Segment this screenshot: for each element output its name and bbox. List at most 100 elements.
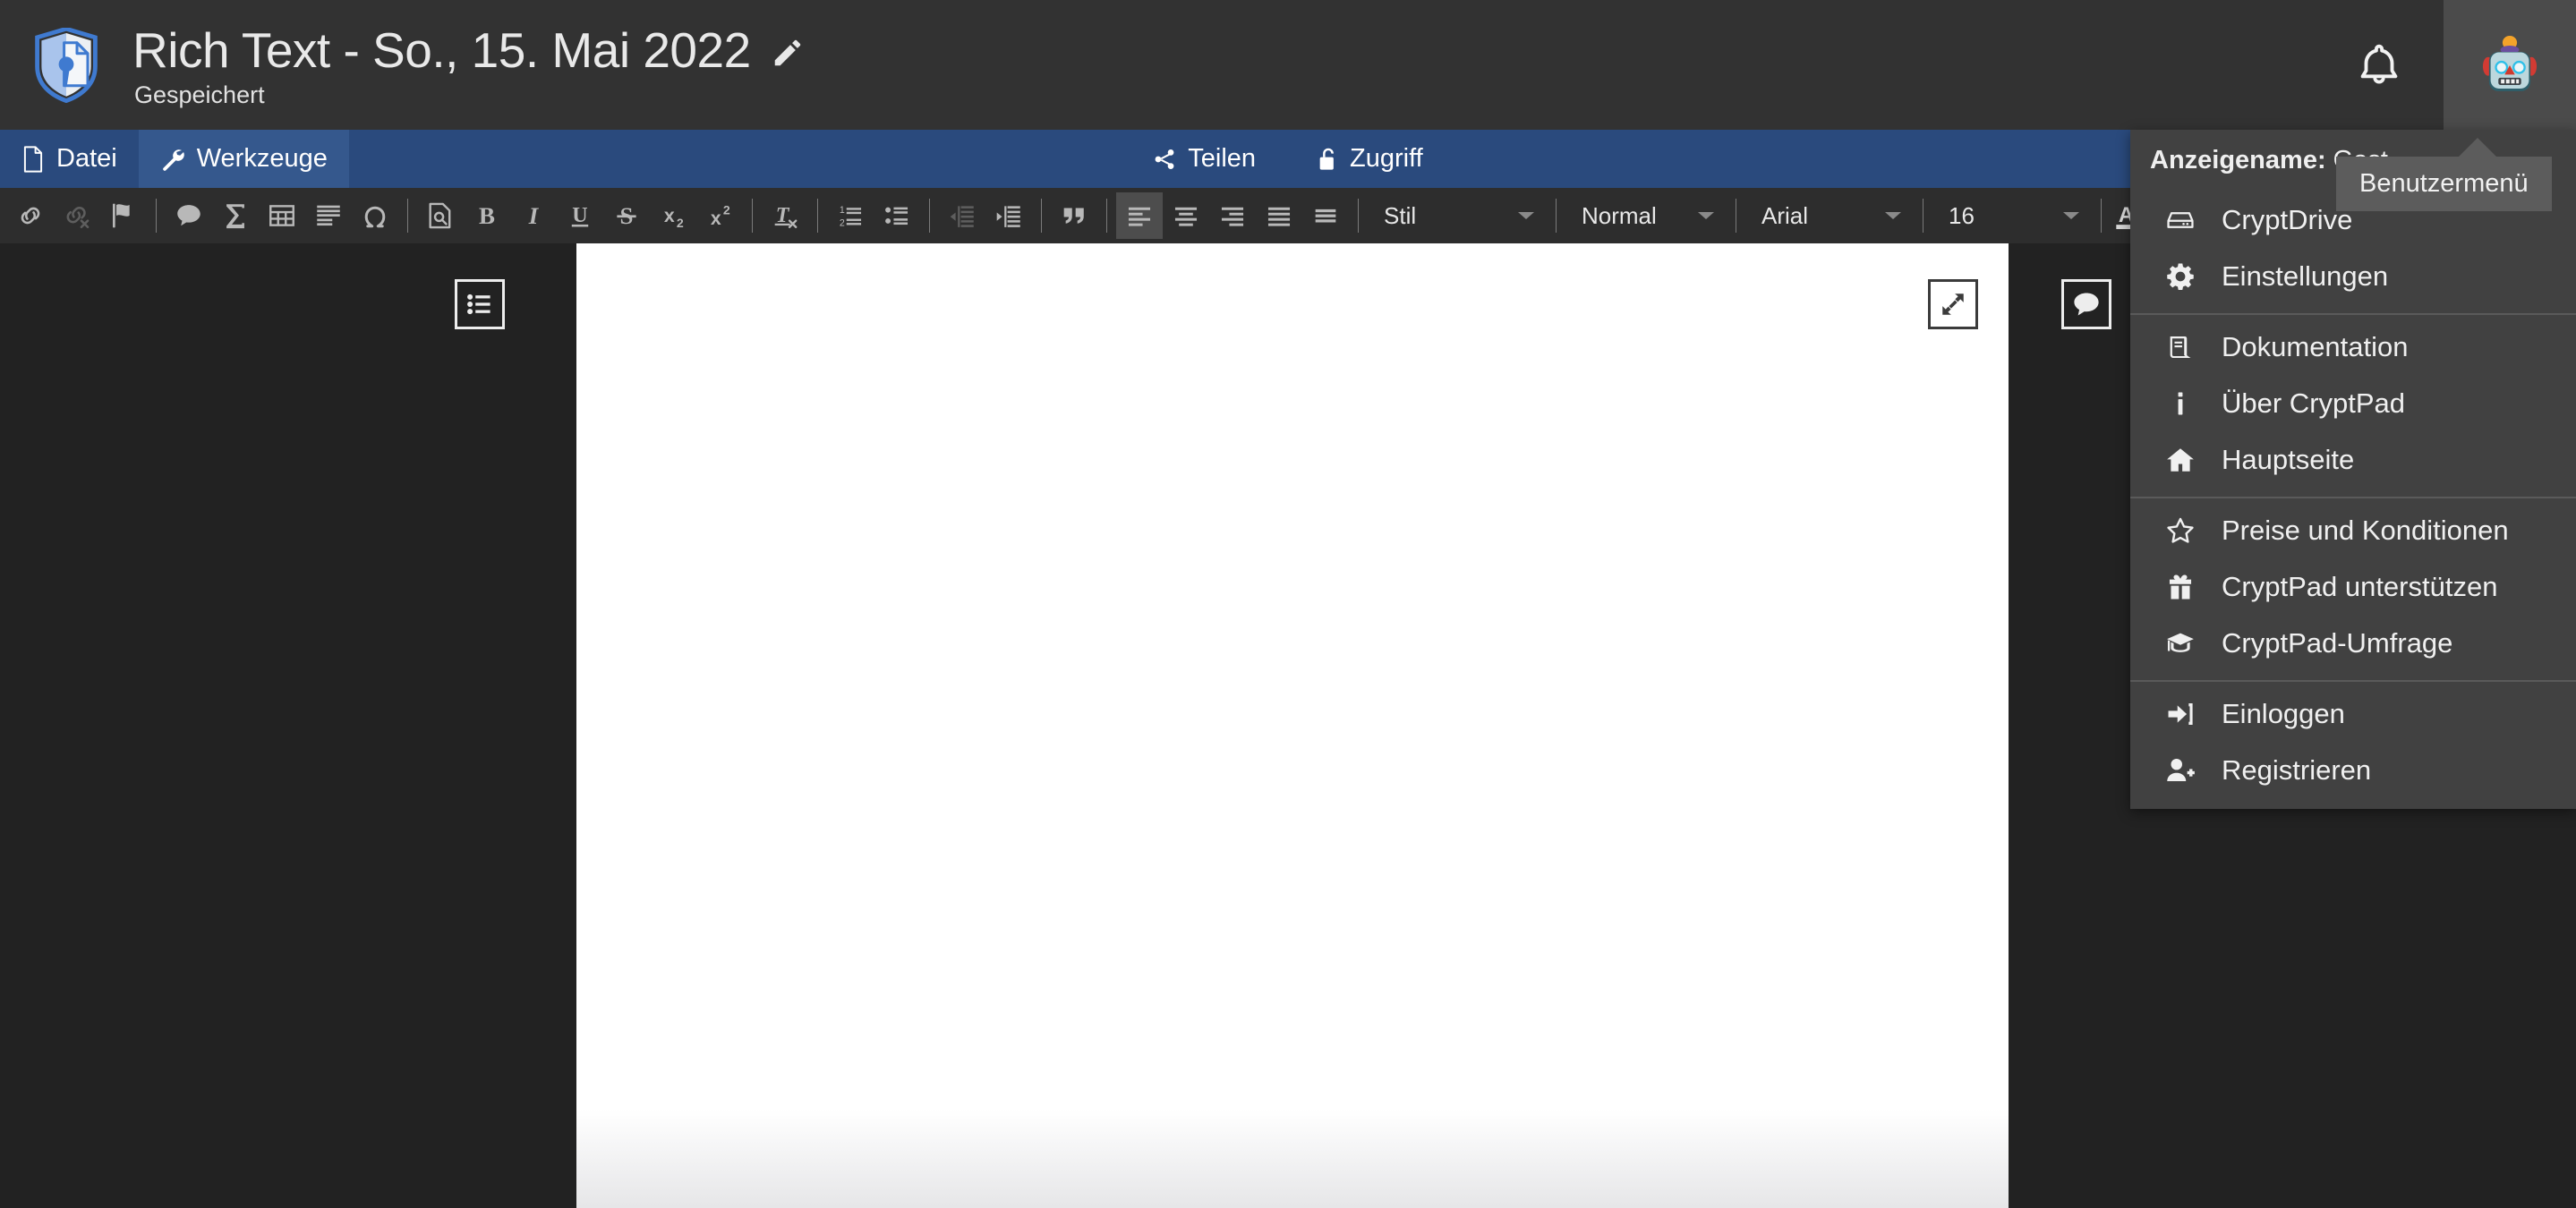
- align-justify-icon[interactable]: [1256, 192, 1302, 239]
- cryptpad-logo[interactable]: [0, 0, 132, 130]
- menu-datei[interactable]: Datei: [0, 130, 139, 188]
- link-icon[interactable]: [7, 192, 54, 239]
- menu-item-hauptseite[interactable]: Hauptseite: [2130, 431, 2576, 488]
- align-center-icon[interactable]: [1163, 192, 1209, 239]
- header-right-actions: [2314, 0, 2576, 130]
- user-avatar-button[interactable]: [2444, 0, 2576, 130]
- align-left-icon[interactable]: [1116, 192, 1163, 239]
- subscript-icon[interactable]: x 2: [650, 192, 696, 239]
- underline-icon[interactable]: U: [557, 192, 603, 239]
- user-menu-group-info: Dokumentation Über CryptPad Hauptseite: [2130, 315, 2576, 497]
- menu-item-label: Einloggen: [2222, 697, 2345, 729]
- blockquote-icon[interactable]: [1051, 192, 1097, 239]
- menu-datei-label: Datei: [56, 144, 117, 173]
- menu-item-registrieren[interactable]: Registrieren: [2130, 742, 2576, 798]
- star-icon: [2159, 515, 2202, 546]
- bullet-list-icon[interactable]: [874, 192, 920, 239]
- cryptpad-shield-logo: [35, 27, 98, 103]
- style-select-value: Stil: [1384, 201, 1417, 229]
- menu-item-cryptpad-unterstuetzen[interactable]: CryptPad unterstützen: [2130, 558, 2576, 615]
- user-menu-group-auth: Einloggen Registrieren: [2130, 682, 2576, 807]
- menu-item-label: Preise und Konditionen: [2222, 514, 2509, 546]
- toolbar-separator: [752, 199, 753, 233]
- font-size-select[interactable]: 16: [1932, 192, 2092, 239]
- comment-icon[interactable]: [166, 192, 212, 239]
- strikethrough-icon[interactable]: S: [603, 192, 650, 239]
- svg-text:1: 1: [840, 205, 845, 216]
- chevron-down-icon: [1885, 212, 1901, 219]
- comments-toggle-button[interactable]: [2061, 279, 2111, 329]
- italic-icon[interactable]: I: [510, 192, 557, 239]
- bold-icon[interactable]: B: [464, 192, 510, 239]
- document-title-block: Rich Text - So., 15. Mai 2022 Gespeicher…: [132, 21, 805, 108]
- indent-icon[interactable]: [985, 192, 1032, 239]
- menu-item-label: Registrieren: [2222, 753, 2372, 786]
- hard-drive-icon: [2159, 205, 2202, 235]
- save-status: Gespeichert: [134, 81, 265, 108]
- file-icon: [23, 145, 43, 173]
- comment-bubble-icon: [2074, 293, 2099, 316]
- svg-text:2: 2: [840, 217, 845, 228]
- style-select[interactable]: Stil: [1368, 192, 1547, 239]
- menu-item-ueber-cryptpad[interactable]: Über CryptPad: [2130, 375, 2576, 431]
- menu-werkzeuge-label: Werkzeuge: [196, 144, 328, 173]
- chevron-down-icon: [1698, 212, 1714, 219]
- user-menu-tooltip: Benutzermenü: [2336, 138, 2552, 211]
- toolbar-separator: [156, 199, 157, 233]
- page-title: Rich Text - So., 15. Mai 2022: [132, 22, 751, 79]
- menu-werkzeuge[interactable]: Werkzeuge: [138, 130, 349, 188]
- user-plus-icon: [2159, 755, 2202, 786]
- menu-item-label: Einstellungen: [2222, 259, 2389, 292]
- toolbar-separator: [1556, 199, 1557, 233]
- font-family-select[interactable]: Arial: [1745, 192, 1914, 239]
- menu-item-dokumentation[interactable]: Dokumentation: [2130, 319, 2576, 375]
- menu-item-label: Über CryptPad: [2222, 387, 2406, 419]
- menu-item-einloggen[interactable]: Einloggen: [2130, 685, 2576, 742]
- paragraph-format-icon[interactable]: [1302, 192, 1349, 239]
- book-icon: [2159, 332, 2202, 362]
- menu-item-einstellungen[interactable]: Einstellungen: [2130, 248, 2576, 304]
- toolbar-separator: [817, 199, 818, 233]
- outline-toggle-button[interactable]: [455, 279, 505, 329]
- share-button[interactable]: Teilen: [1147, 144, 1261, 174]
- sigma-icon[interactable]: [212, 192, 259, 239]
- svg-text:2: 2: [677, 217, 684, 231]
- menu-item-cryptpad-umfrage[interactable]: CryptPad-Umfrage: [2130, 615, 2576, 671]
- unlink-icon[interactable]: [54, 192, 100, 239]
- table-icon[interactable]: [259, 192, 305, 239]
- access-button[interactable]: Zugriff: [1313, 144, 1429, 174]
- remove-format-icon[interactable]: T: [762, 192, 808, 239]
- display-name-label: Anzeigename:: [2150, 146, 2326, 174]
- omega-icon[interactable]: [352, 192, 398, 239]
- paragraph-lines-icon[interactable]: [305, 192, 352, 239]
- numbered-list-icon[interactable]: 1 2: [827, 192, 874, 239]
- flag-icon[interactable]: [100, 192, 147, 239]
- menu-item-preise-und-konditionen[interactable]: Preise und Konditionen: [2130, 502, 2576, 558]
- share-icon: [1155, 149, 1174, 169]
- svg-text:U: U: [572, 204, 587, 227]
- outline-list-icon: [467, 293, 490, 315]
- gear-icon: [2159, 261, 2202, 292]
- tooltip-text: Benutzermenü: [2359, 169, 2529, 198]
- expand-document-button[interactable]: [1928, 279, 1978, 329]
- document-page[interactable]: [576, 243, 2009, 1208]
- sign-in-icon: [2159, 699, 2202, 729]
- notifications-button[interactable]: [2314, 0, 2444, 130]
- graduation-cap-icon: [2159, 628, 2202, 659]
- toolbar-separator: [407, 199, 408, 233]
- align-right-icon[interactable]: [1209, 192, 1256, 239]
- wrench-icon: [162, 149, 184, 171]
- info-icon: [2159, 388, 2202, 419]
- superscript-icon[interactable]: x 2: [696, 192, 743, 239]
- menu-item-label: CryptPad-Umfrage: [2222, 626, 2453, 659]
- svg-text:B: B: [479, 202, 495, 229]
- share-label: Teilen: [1188, 144, 1257, 173]
- toolbar-separator: [1106, 199, 1107, 233]
- outdent-icon[interactable]: [939, 192, 985, 239]
- paragraph-format-select[interactable]: Normal: [1565, 192, 1727, 239]
- page-preview-icon[interactable]: [417, 192, 464, 239]
- pencil-icon[interactable]: [771, 36, 805, 70]
- svg-text:x: x: [711, 208, 721, 229]
- menu-item-label: Dokumentation: [2222, 330, 2409, 362]
- menu-item-label: CryptDrive: [2222, 203, 2353, 235]
